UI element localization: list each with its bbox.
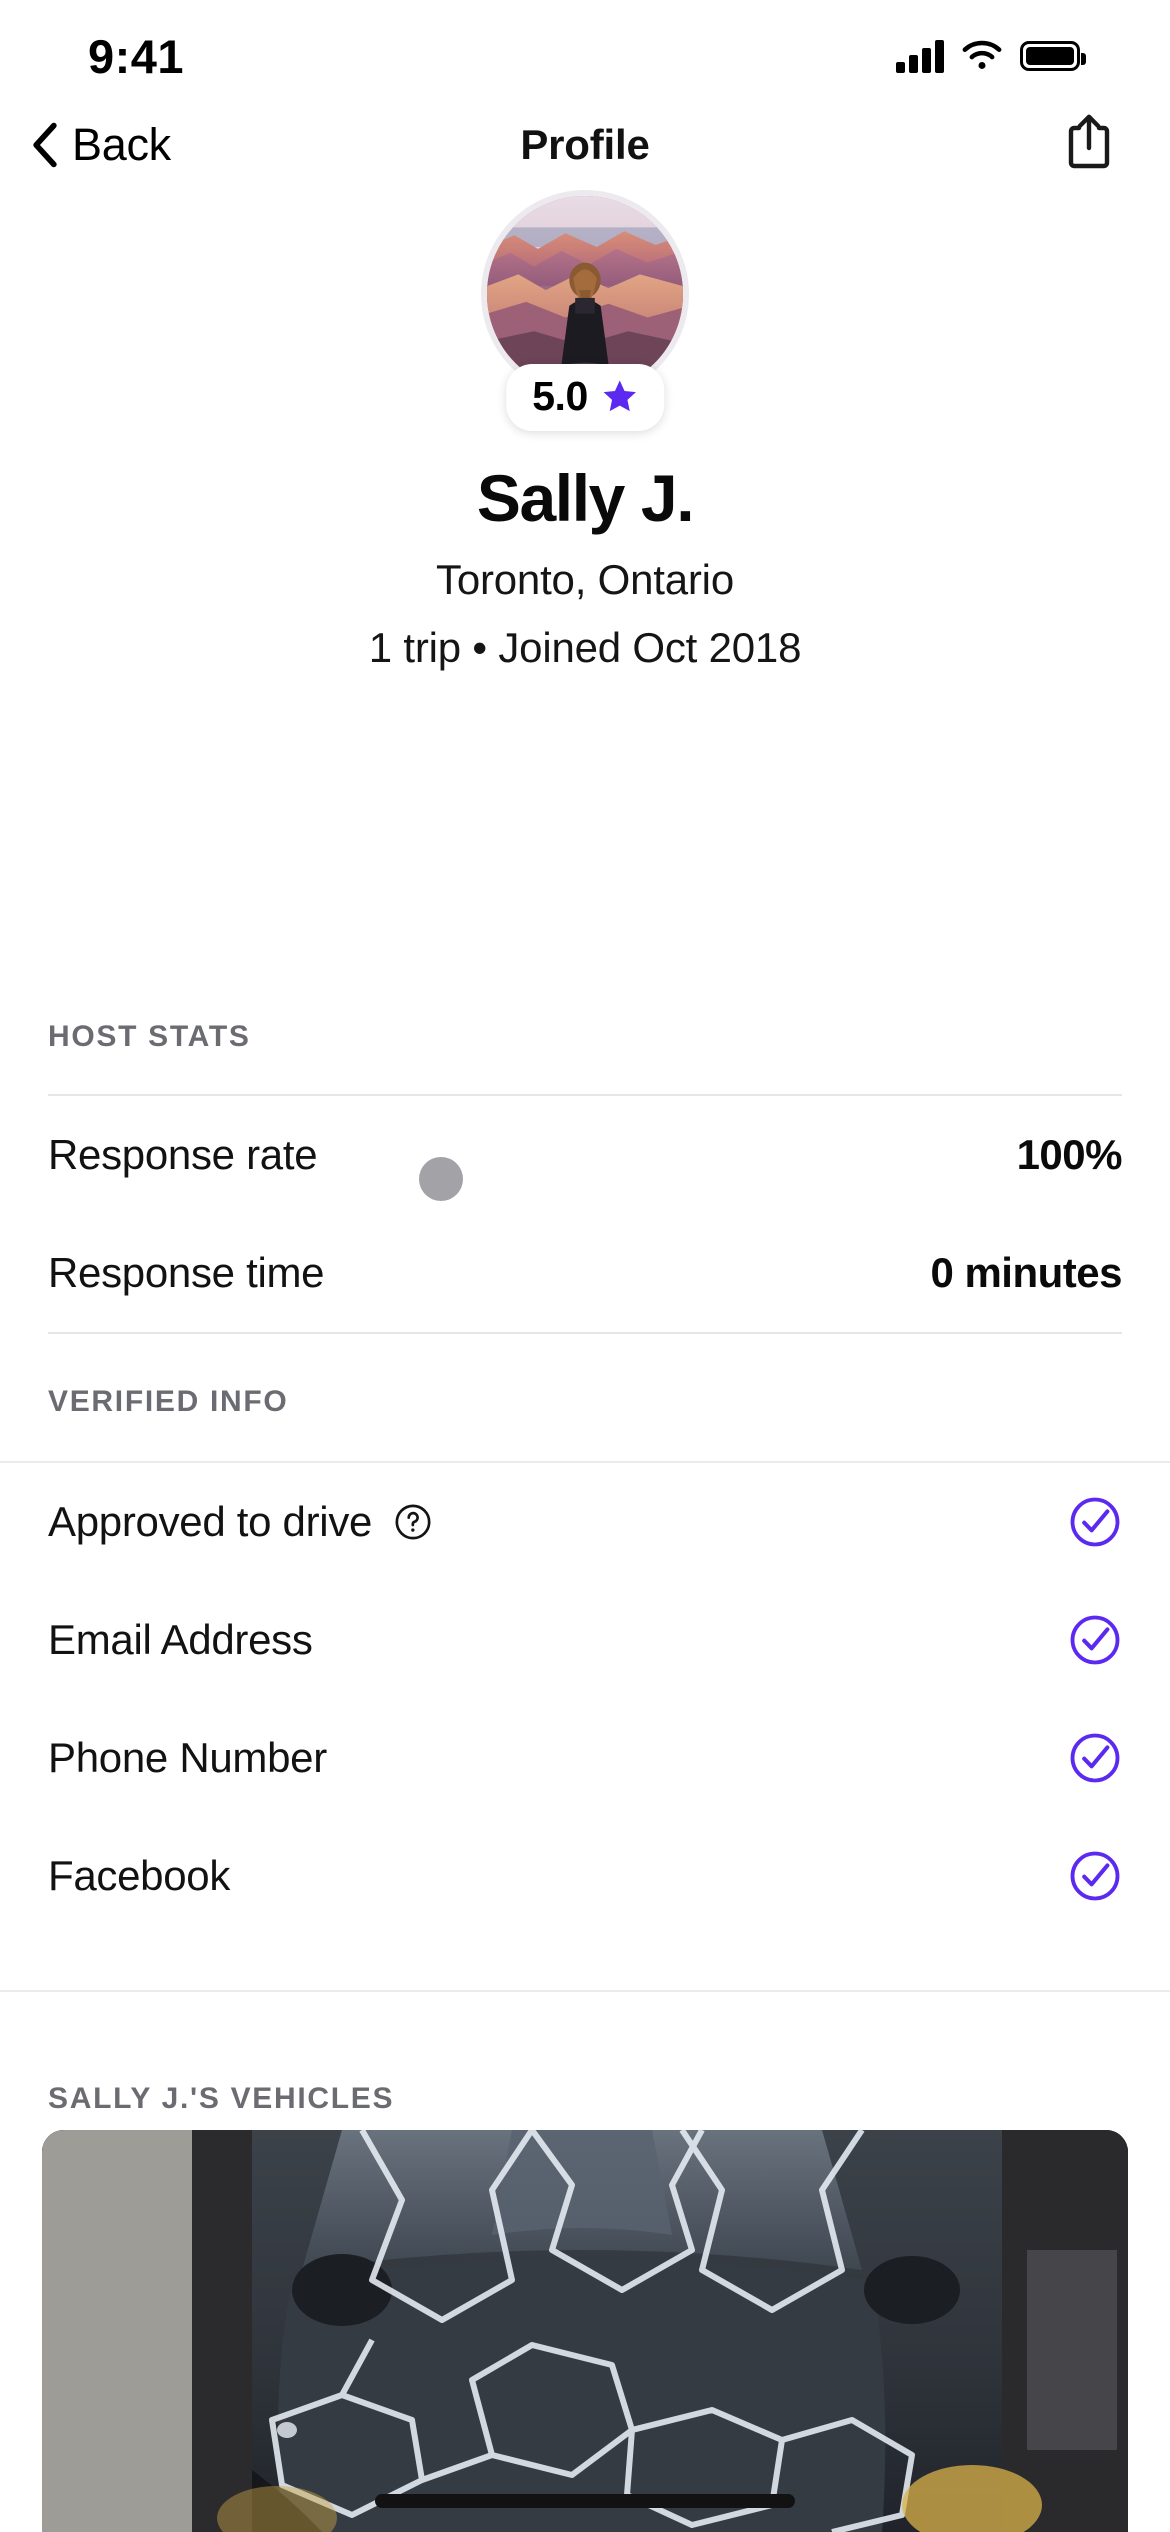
check-circle-icon [1070, 1497, 1120, 1547]
stat-row-response-rate: Response rate 100% [0, 1096, 1170, 1214]
check-circle-icon [1070, 1733, 1120, 1783]
share-button[interactable] [1063, 112, 1115, 179]
host-stats-title: HOST STATS [48, 1020, 251, 1053]
vehicle-image [42, 2130, 1128, 2532]
check-circle-icon [1070, 1851, 1120, 1901]
touch-indicator [419, 1157, 463, 1201]
profile-name: Sally J. [476, 461, 695, 535]
profile-header: 5.0 Sally J. Toronto, Ontario 1 trip • J… [0, 190, 1170, 672]
verified-label: Approved to drive [48, 1498, 373, 1545]
battery-full-icon [1020, 41, 1086, 71]
status-bar-time: 9:41 [88, 29, 185, 83]
verified-row-left: Facebook [48, 1852, 230, 1900]
vehicle-card[interactable] [42, 2130, 1128, 2532]
verified-row-left: Approved to drive [48, 1498, 432, 1546]
avatar[interactable] [487, 196, 683, 392]
status-bar-indicators [896, 39, 1086, 73]
verified-label: Phone Number [48, 1734, 327, 1781]
cellular-signal-icon [896, 39, 944, 73]
profile-location: Toronto, Ontario [436, 556, 734, 603]
home-indicator [375, 2494, 795, 2508]
verified-label: Email Address [48, 1616, 313, 1663]
verified-row-left: Phone Number [48, 1734, 327, 1782]
navigation-bar: Back Profile [0, 100, 1170, 190]
vehicles-section: SALLY J.'S VEHICLES [0, 1990, 1170, 2116]
stat-label: Response time [48, 1249, 325, 1296]
verified-row-email-address[interactable]: Email Address [0, 1581, 1170, 1699]
host-stats-section: HOST STATS Response rate 100% Response t… [0, 1020, 1170, 1334]
wifi-icon [962, 40, 1002, 69]
profile-meta: 1 trip • Joined Oct 2018 [368, 624, 802, 671]
status-bar: 9:41 [0, 0, 1170, 100]
divider [48, 1332, 1122, 1334]
verified-row-approved-to-drive[interactable]: Approved to drive [0, 1463, 1170, 1581]
verified-row-left: Email Address [48, 1616, 313, 1664]
rating-value: 5.0 [532, 373, 588, 419]
avatar-image [487, 196, 683, 392]
stat-label: Response rate [48, 1131, 318, 1178]
verified-info-section: VERIFIED INFO Approved to drive Email Ad… [0, 1385, 1170, 1935]
page-title: Profile [520, 121, 650, 168]
profile-screen: 9:41 Back Profile 5.0 Sally J. Toronto, … [0, 0, 1170, 2532]
verified-row-facebook[interactable]: Facebook [0, 1817, 1170, 1935]
verified-row-phone-number[interactable]: Phone Number [0, 1699, 1170, 1817]
stat-value: 0 minutes [930, 1249, 1122, 1296]
check-circle-icon [1070, 1615, 1120, 1665]
vehicles-title: SALLY J.'S VEHICLES [48, 2082, 395, 2115]
rating-badge: 5.0 [506, 364, 664, 431]
star-icon [603, 380, 636, 412]
stat-row-response-time: Response time 0 minutes [0, 1214, 1170, 1332]
help-circle-icon[interactable] [394, 1503, 432, 1541]
stat-value: 100% [1016, 1131, 1123, 1178]
verified-info-title: VERIFIED INFO [48, 1385, 289, 1418]
verified-label: Facebook [48, 1852, 231, 1899]
share-icon [1068, 114, 1110, 168]
avatar-wrapper: 5.0 [481, 190, 689, 431]
